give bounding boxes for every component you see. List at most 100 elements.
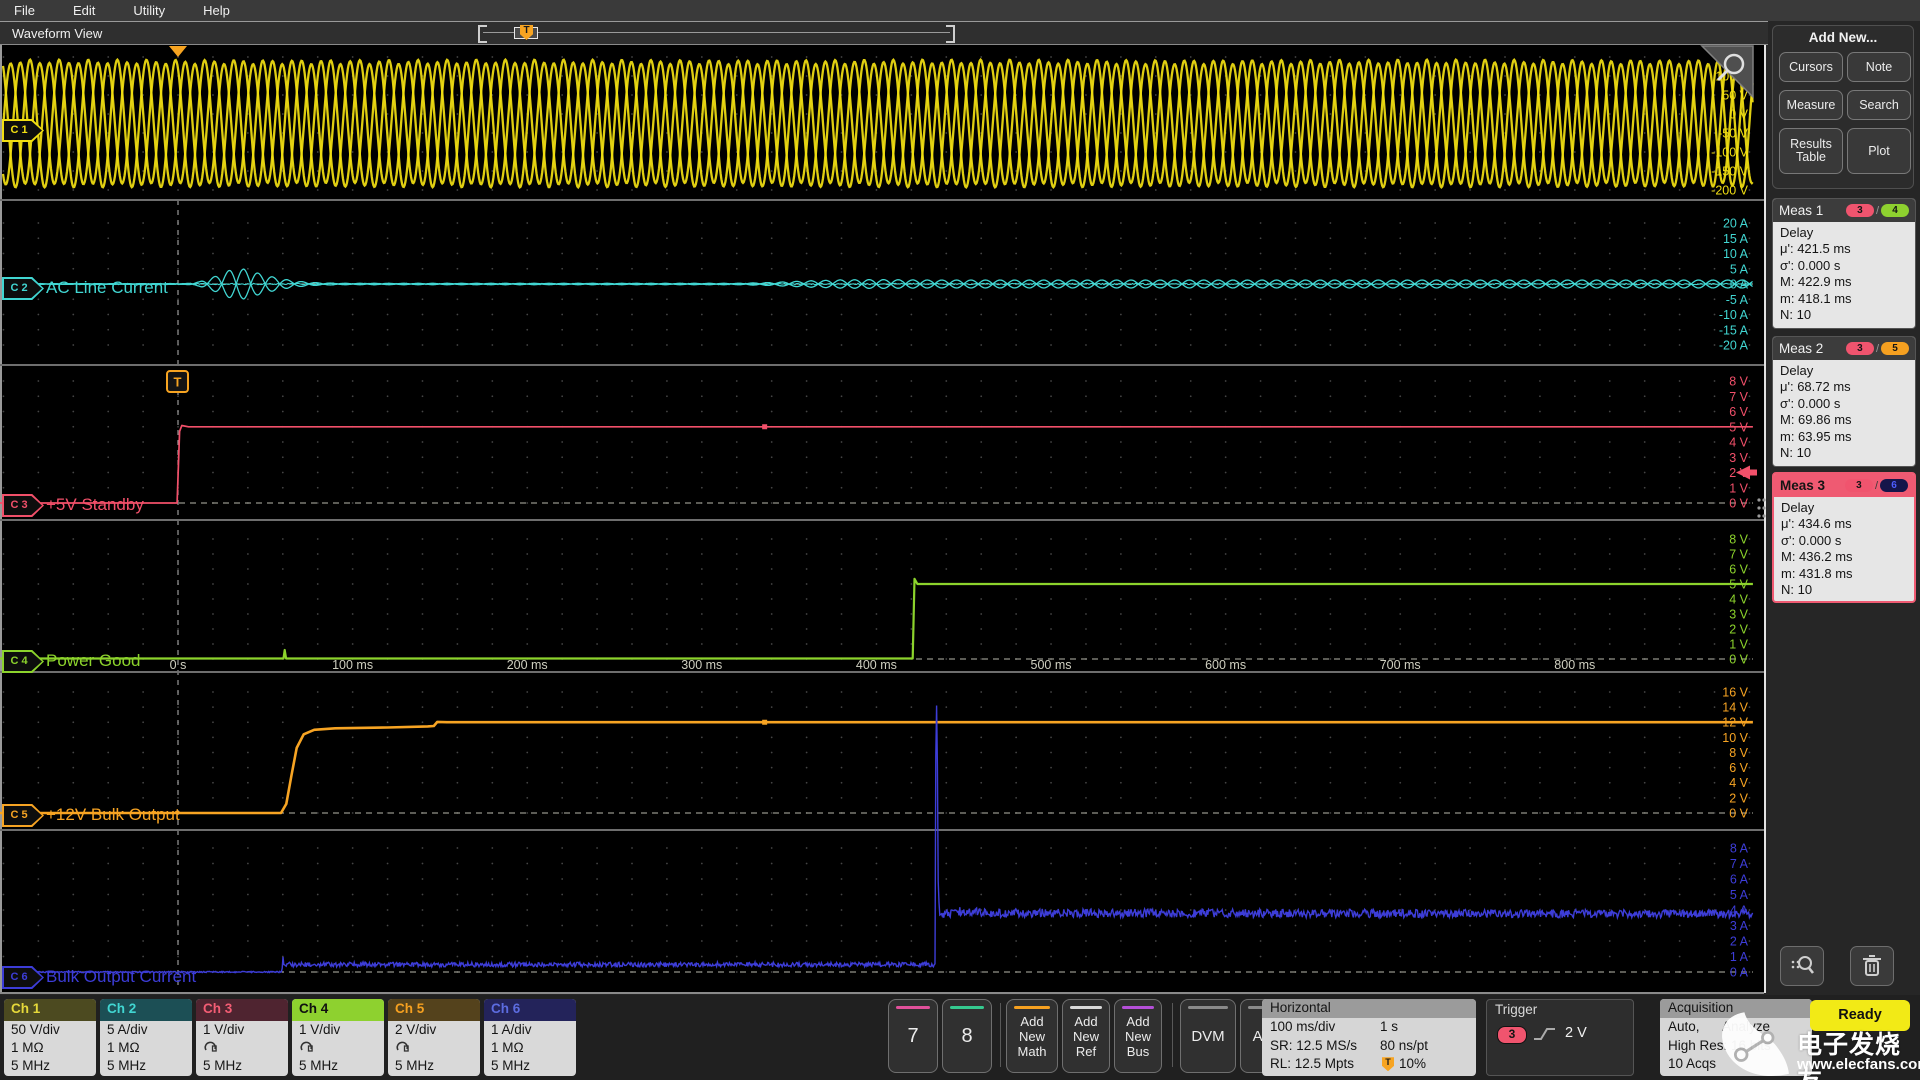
channel-badge-c5[interactable]: C 5 <box>2 804 44 827</box>
ch5-scale: 2 V/div <box>395 1022 437 1037</box>
meas3-card[interactable]: Meas 3 3 / 6 Delay μ': 434.6 ms σ': 0.00… <box>1772 472 1916 603</box>
horizontal-resolution: 80 ns/pt <box>1380 1037 1429 1053</box>
probe-icon <box>396 1041 409 1052</box>
menu-edit[interactable]: Edit <box>73 3 95 18</box>
channel-badge-label: C 5 <box>10 809 28 821</box>
add-new-bus-button[interactable]: Add New Bus <box>1114 999 1162 1073</box>
ch6-header: Ch 6 <box>484 999 576 1021</box>
acquisition-mode: Auto, <box>1668 1019 1700 1034</box>
view-title-bar: Waveform View T <box>0 21 1768 45</box>
ch8-button[interactable]: 8 <box>942 999 992 1073</box>
ref-color-stripe <box>1070 1006 1102 1009</box>
meas1-count: N: 10 <box>1780 307 1812 323</box>
channel-badge-c4[interactable]: C 4 <box>2 650 44 673</box>
ch1-coupling: 1 MΩ <box>11 1040 44 1055</box>
divider <box>1000 1003 1001 1067</box>
ch5-bandwidth: 5 MHz <box>395 1058 435 1073</box>
ch6-bandwidth: 5 MHz <box>491 1058 531 1073</box>
menu-utility[interactable]: Utility <box>133 3 165 18</box>
trigger-slope-icon <box>1534 1028 1555 1040</box>
trigger-panel[interactable]: Trigger 3 2 V <box>1486 999 1634 1076</box>
zoom-search-tool-button[interactable] <box>1780 946 1824 986</box>
divider <box>1172 1003 1173 1067</box>
add-new-math-button[interactable]: Add New Math <box>1006 999 1058 1073</box>
ch2-settings-badge[interactable]: Ch 2 5 A/div 1 MΩ 5 MHz <box>100 999 192 1076</box>
meas2-type: Delay <box>1780 363 1814 378</box>
add-new-ref-button[interactable]: Add New Ref <box>1062 999 1110 1073</box>
dvm-stripe <box>1188 1006 1228 1009</box>
wave-label-power-good[interactable]: Power Good <box>46 650 141 672</box>
plot-button[interactable]: Plot <box>1847 128 1911 174</box>
note-button[interactable]: Note <box>1847 52 1911 82</box>
ch3-settings-badge[interactable]: Ch 3 1 V/div 5 MHz <box>196 999 288 1076</box>
ch3-probe-row <box>196 1039 288 1057</box>
channel-badge-c2[interactable]: C 2 <box>2 277 44 300</box>
search-button[interactable]: Search <box>1847 90 1911 120</box>
acquisition-count: 10 Acqs <box>1668 1056 1717 1071</box>
overview-right-bracket[interactable] <box>946 25 955 43</box>
meas3-ref-badge: 6 <box>1880 479 1908 492</box>
ch6-settings-badge[interactable]: Ch 6 1 A/div 1 MΩ 5 MHz <box>484 999 576 1076</box>
channel-badge-c1[interactable]: C 1 <box>2 119 44 142</box>
ch3-scale: 1 V/div <box>203 1022 245 1037</box>
waveform-plot-area[interactable] <box>0 45 1766 993</box>
overview-left-bracket[interactable] <box>478 25 487 43</box>
channel-badge-label: C 4 <box>10 655 28 667</box>
ch8-label: 8 <box>961 1024 973 1047</box>
add-new-ref-label: Add New Ref <box>1072 1013 1099 1059</box>
wave-label-bulk-output-current[interactable]: Bulk Output Current <box>46 966 196 988</box>
delete-tool-button[interactable] <box>1850 946 1894 986</box>
ch4-probe-row <box>292 1039 384 1057</box>
meas3-mean: μ': 434.6 ms <box>1781 516 1852 532</box>
badge-slash: / <box>1875 204 1879 217</box>
meas1-mean: μ': 421.5 ms <box>1780 241 1851 257</box>
bottom-bar: Ch 1 50 V/div 1 MΩ 5 MHz Ch 2 5 A/div 1 … <box>0 995 1920 1080</box>
results-table-button[interactable]: Results Table <box>1779 128 1843 174</box>
ch7-button[interactable]: 7 <box>888 999 938 1073</box>
horizontal-scale: 100 ms/div <box>1270 1019 1336 1034</box>
menu-file[interactable]: File <box>14 3 35 18</box>
wave-label-ac-line-current[interactable]: AC Line Current <box>46 277 168 299</box>
add-new-panel: Add New... Cursors Note Measure Search R… <box>1772 25 1914 189</box>
channel-badge-label: C 2 <box>10 282 28 294</box>
ch1-settings-badge[interactable]: Ch 1 50 V/div 1 MΩ 5 MHz <box>4 999 96 1076</box>
wave-label-12v-bulk-output[interactable]: +12V Bulk Output <box>46 804 180 826</box>
wave-label-5v-standby[interactable]: +5V Standby <box>46 494 144 516</box>
ch4-settings-badge[interactable]: Ch 4 1 V/div 5 MHz <box>292 999 384 1076</box>
ch5-header: Ch 5 <box>388 999 480 1021</box>
horizontal-trigger-position: 10% <box>1399 1056 1427 1071</box>
ch5-probe-row <box>388 1039 480 1057</box>
menu-bar: File Edit Utility Help <box>0 0 1920 21</box>
ch6-scale: 1 A/div <box>491 1022 532 1037</box>
acquisition-overview-slider[interactable]: T <box>478 25 955 43</box>
channel-badge-c6[interactable]: C 6 <box>2 966 44 989</box>
trigger-level: 2 V <box>1565 1025 1587 1041</box>
meas2-min: m: 63.95 ms <box>1780 428 1852 444</box>
badge-slash: / <box>1875 342 1879 355</box>
bus-color-stripe <box>1122 1006 1154 1009</box>
watermark-leaf-icon <box>1722 1012 1789 1076</box>
horizontal-record-length: RL: 12.5 Mpts <box>1270 1056 1355 1071</box>
ch4-scale: 1 V/div <box>299 1022 341 1037</box>
cursors-button[interactable]: Cursors <box>1779 52 1843 82</box>
meas3-max: M: 436.2 ms <box>1781 549 1853 565</box>
add-new-title: Add New... <box>1808 30 1878 45</box>
meas3-type: Delay <box>1781 500 1815 515</box>
meas1-card[interactable]: Meas 1 3 / 4 Delay μ': 421.5 ms σ': 0.00… <box>1772 198 1916 329</box>
dvm-label: DVM <box>1191 1027 1225 1045</box>
channel-badge-label: C 1 <box>10 124 28 136</box>
meas2-card[interactable]: Meas 2 3 / 5 Delay μ': 68.72 ms σ': 0.00… <box>1772 336 1916 467</box>
ch2-header: Ch 2 <box>100 999 192 1021</box>
ch3-header: Ch 3 <box>196 999 288 1021</box>
meas2-stddev: σ': 0.000 s <box>1780 395 1841 411</box>
trigger-title: Trigger <box>1495 1002 1538 1017</box>
menu-help[interactable]: Help <box>203 3 230 18</box>
channel-badge-c3[interactable]: C 3 <box>2 494 44 517</box>
measure-button[interactable]: Measure <box>1779 90 1843 120</box>
channel-badge-label: C 6 <box>10 971 28 983</box>
meas2-ref-badge: 5 <box>1881 342 1909 355</box>
ch5-settings-badge[interactable]: Ch 5 2 V/div 5 MHz <box>388 999 480 1076</box>
dvm-button[interactable]: DVM <box>1180 999 1236 1073</box>
horizontal-panel[interactable]: Horizontal 100 ms/div 1 s SR: 12.5 MS/s 80… <box>1262 999 1476 1076</box>
ch2-scale: 5 A/div <box>107 1022 148 1037</box>
